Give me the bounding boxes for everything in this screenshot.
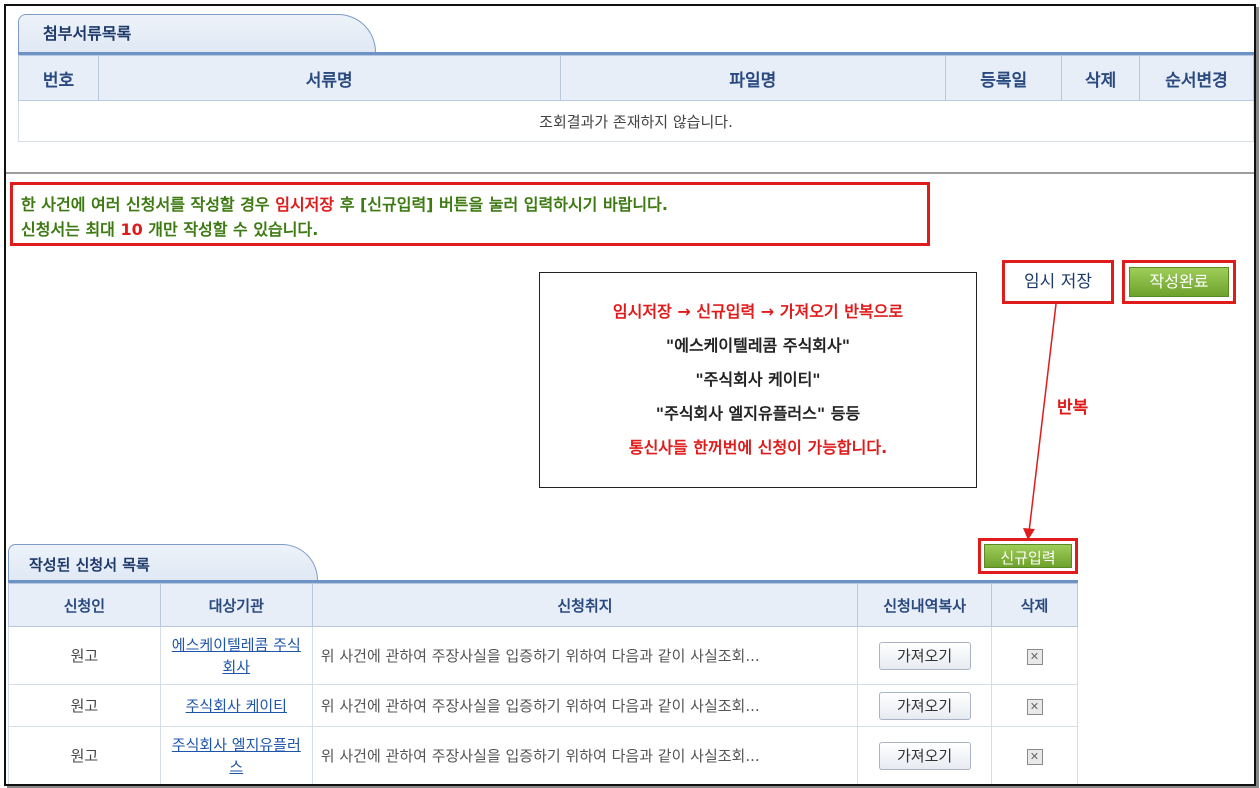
applicant-cell: 원고 (8, 626, 161, 685)
col-copy-history: 신청내역복사 (857, 583, 993, 627)
applicant-cell: 원고 (8, 684, 161, 727)
applicant-cell: 원고 (8, 726, 161, 784)
table-row: 원고 주식회사 엘지유플러스 위 사건에 관하여 주장사실을 입증하기 위하여 … (8, 726, 1078, 784)
purpose-cell: 위 사건에 관하여 주장사실을 입증하기 위하여 다음과 같이 사실조회... (311, 726, 859, 784)
new-input-button-highlight: 신규입력 (978, 538, 1078, 574)
purpose-cell: 위 사건에 관하여 주장사실을 입증하기 위하여 다음과 같이 사실조회... (311, 626, 859, 685)
application-table: 신청인 대상기관 신청취지 신청내역복사 삭제 원고 에스케이텔레콤 주식회사 … (8, 583, 1078, 784)
application-list-tab: 작성된 신청서 목록 (8, 544, 318, 580)
copy-cell: 가져오기 (857, 684, 993, 727)
col-applicant: 신청인 (8, 583, 161, 627)
table-row: 원고 주식회사 케이티 위 사건에 관하여 주장사실을 입증하기 위하여 다음과… (8, 684, 1078, 727)
delete-icon[interactable]: ✕ (1026, 649, 1043, 665)
org-link[interactable]: 에스케이텔레콤 주식회사 (166, 634, 306, 678)
delete-cell: ✕ (991, 626, 1078, 685)
org-cell: 주식회사 엘지유플러스 (159, 726, 313, 784)
delete-icon[interactable]: ✕ (1026, 749, 1043, 765)
col-purpose: 신청취지 (311, 583, 859, 627)
screen-frame: 첨부서류목록 번호 서류명 파일명 등록일 삭제 순서변경 조회결과가 존재하지… (4, 4, 1256, 786)
org-link[interactable]: 주식회사 엘지유플러스 (166, 734, 306, 778)
application-list-title: 작성된 신청서 목록 (29, 556, 150, 574)
org-cell: 주식회사 케이티 (159, 684, 313, 727)
fetch-button[interactable]: 가져오기 (878, 741, 971, 770)
repeat-label: 반복 (1057, 398, 1089, 418)
delete-cell: ✕ (991, 684, 1078, 727)
delete-icon[interactable]: ✕ (1026, 699, 1043, 715)
new-input-button[interactable]: 신규입력 (984, 544, 1072, 568)
col-delete: 삭제 (991, 583, 1078, 627)
delete-cell: ✕ (991, 726, 1078, 784)
org-cell: 에스케이텔레콤 주식회사 (159, 626, 313, 685)
table-row: 원고 에스케이텔레콤 주식회사 위 사건에 관하여 주장사실을 입증하기 위하여… (8, 626, 1078, 685)
purpose-cell: 위 사건에 관하여 주장사실을 입증하기 위하여 다음과 같이 사실조회... (311, 684, 859, 727)
org-link[interactable]: 주식회사 케이티 (186, 697, 287, 715)
fetch-button[interactable]: 가져오기 (878, 641, 971, 670)
col-target-org: 대상기관 (159, 583, 313, 627)
copy-cell: 가져오기 (857, 626, 993, 685)
fetch-button[interactable]: 가져오기 (878, 691, 971, 720)
copy-cell: 가져오기 (857, 726, 993, 784)
